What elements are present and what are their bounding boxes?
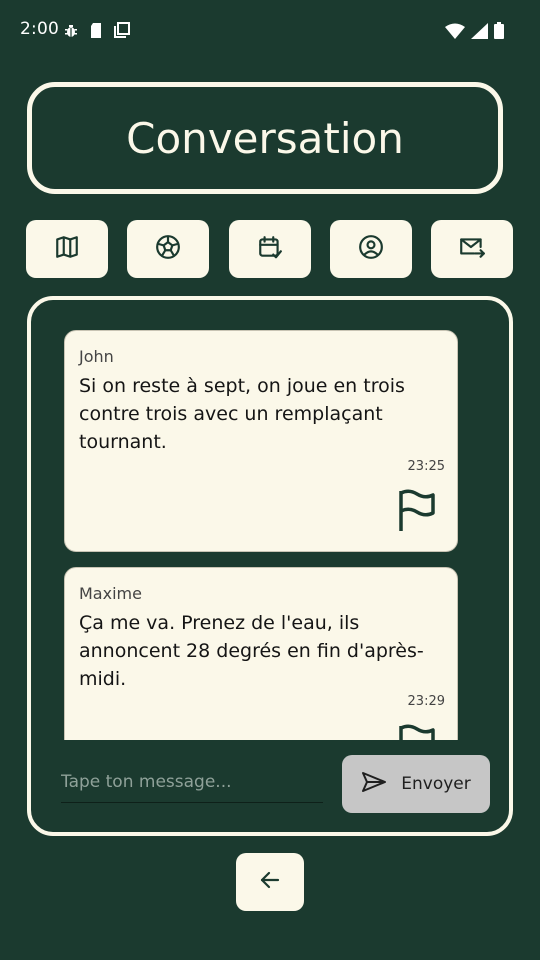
message-card: Maxime Ça me va. Prenez de l'eau, ils an… [64, 567, 458, 740]
nav-map-button[interactable] [26, 220, 108, 278]
nav-profile-button[interactable] [330, 220, 412, 278]
wifi-icon [445, 23, 465, 43]
send-button-label: Envoyer [401, 774, 471, 794]
nav-mail-button[interactable] [431, 220, 513, 278]
message-text: Si on reste à sept, on joue en trois con… [79, 375, 405, 453]
chat-panel: John Si on reste à sept, on joue en troi… [27, 296, 513, 836]
nav-calendar-button[interactable] [229, 220, 311, 278]
status-time: 2:00 [20, 19, 59, 39]
message-input[interactable] [61, 762, 323, 803]
arrow-left-icon [258, 868, 282, 896]
nav-soccer-button[interactable] [127, 220, 209, 278]
map-icon [54, 234, 80, 264]
message-author: Maxime [79, 584, 142, 603]
message-time: 23:25 [407, 459, 445, 474]
sim-card-icon [89, 22, 103, 43]
message-text: Ça me va. Prenez de l'eau, ils annoncent… [79, 612, 424, 690]
mail-forward-icon [458, 234, 486, 264]
messages-list[interactable]: John Si on reste à sept, on joue en troi… [64, 330, 460, 740]
battery-icon [494, 22, 504, 43]
status-left-icons [63, 22, 131, 43]
status-right-icons [445, 22, 504, 43]
send-button[interactable]: Envoyer [342, 755, 490, 813]
message-card: John Si on reste à sept, on joue en troi… [64, 330, 458, 552]
bug-icon [63, 23, 79, 43]
title-box: Conversation [27, 82, 503, 194]
flag-icon[interactable] [397, 489, 437, 535]
profile-icon [358, 234, 384, 264]
page-title: Conversation [126, 113, 404, 163]
message-author: John [79, 347, 114, 366]
message-time: 23:29 [407, 694, 445, 709]
back-button[interactable] [236, 853, 304, 911]
send-icon [361, 771, 387, 797]
signal-icon [471, 22, 488, 43]
soccer-ball-icon [155, 234, 181, 264]
calendar-check-icon [257, 234, 283, 264]
status-bar: 2:00 [0, 0, 540, 62]
conversation-screen: 2:00 Conversation John Si on reste à sep… [0, 0, 540, 960]
flag-icon[interactable] [397, 724, 437, 740]
copy-icon [113, 22, 131, 43]
